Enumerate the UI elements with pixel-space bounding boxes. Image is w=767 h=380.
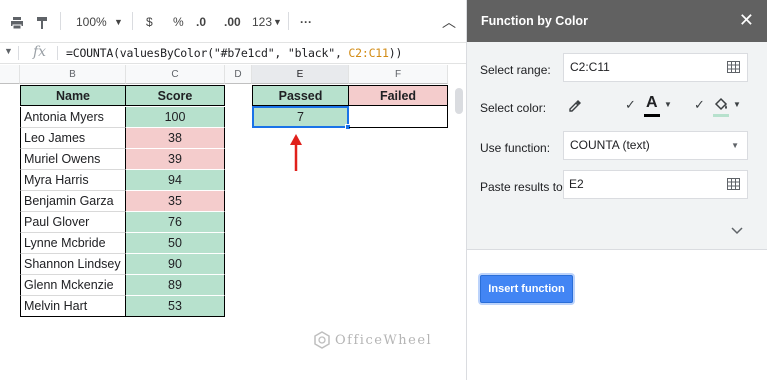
insert-function-button[interactable]: Insert function <box>480 275 573 303</box>
chevron-down-icon[interactable]: ▼ <box>731 132 739 159</box>
score-cell[interactable]: 76 <box>126 212 225 233</box>
passed-header-cell[interactable]: Passed <box>252 85 349 106</box>
name-box-chevron-icon[interactable]: ▼ <box>4 46 13 56</box>
name-cell[interactable]: Lynne Mcbride <box>20 233 126 254</box>
officewheel-logo-icon <box>314 331 330 349</box>
column-header-f[interactable]: F <box>349 65 448 84</box>
red-arrow-annotation <box>290 134 302 171</box>
formula-range: C2:C11 <box>348 46 389 60</box>
name-cell[interactable]: Muriel Owens <box>20 149 126 170</box>
chevron-down-icon[interactable]: ▼ <box>114 13 123 31</box>
more-options-button[interactable]: ··· <box>300 13 312 31</box>
number-format-select[interactable]: 123 <box>252 13 272 31</box>
corner-header[interactable] <box>0 65 20 84</box>
score-cell[interactable]: 100 <box>126 107 225 128</box>
name-cell[interactable]: Leo James <box>20 128 126 149</box>
toolbar-divider <box>60 12 61 30</box>
fill-color-swatch <box>713 114 729 117</box>
name-cell[interactable]: Antonia Myers <box>20 107 126 128</box>
close-icon[interactable]: ✕ <box>739 10 754 30</box>
name-cell[interactable]: Shannon Lindsey <box>20 254 126 275</box>
name-cell[interactable]: Paul Glover <box>20 212 126 233</box>
fill-color-checkbox[interactable]: ✓ <box>694 97 705 113</box>
select-range-input[interactable]: C2:C11 <box>563 53 748 82</box>
use-function-select[interactable]: COUNTA (text) ▼ <box>563 131 748 160</box>
paste-results-input[interactable]: E2 <box>563 170 748 199</box>
panel-header: Function by Color ✕ <box>467 0 767 42</box>
select-range-value: C2:C11 <box>570 60 610 74</box>
formula-input[interactable]: =COUNTA(valuesByColor("#b7e1cd", "black"… <box>66 46 402 60</box>
toolbar-divider <box>132 12 133 30</box>
text-color-letter[interactable]: A <box>646 94 658 112</box>
score-cell[interactable]: 35 <box>126 191 225 212</box>
formula-divider <box>57 46 58 60</box>
score-cell[interactable]: 50 <box>126 233 225 254</box>
formula-divider <box>18 46 19 60</box>
panel-body: Select range: C2:C11 Select color: ✓ A ▼… <box>467 42 767 250</box>
currency-format-button[interactable]: $ <box>146 13 153 31</box>
select-range-label: Select range: <box>480 63 551 77</box>
range-grid-icon[interactable] <box>727 178 740 190</box>
range-grid-icon[interactable] <box>727 61 740 73</box>
collapse-toolbar-icon[interactable]: ︿ <box>442 13 456 31</box>
score-cell[interactable]: 89 <box>126 275 225 296</box>
increase-decimal-button[interactable]: .00 <box>224 13 241 31</box>
vertical-scrollbar[interactable] <box>455 88 463 114</box>
function-by-color-panel: Function by Color ✕ Select range: C2:C11… <box>466 0 767 380</box>
name-cell[interactable]: Benjamin Garza <box>20 191 126 212</box>
paint-format-icon[interactable] <box>36 14 48 32</box>
select-color-label: Select color: <box>480 101 547 115</box>
chevron-down-icon[interactable]: ▼ <box>664 100 672 109</box>
decrease-decimal-button[interactable]: .0 <box>196 13 206 31</box>
passed-result-cell[interactable]: 7 <box>252 106 349 128</box>
screen: 100% ▼ $ % .0 .00 123 ▼ ··· ︿ ▼ fx =COUN… <box>0 0 767 380</box>
paste-results-value: E2 <box>569 177 584 191</box>
toolbar: 100% ▼ $ % .0 .00 123 ▼ ··· ︿ <box>0 0 466 42</box>
percent-format-button[interactable]: % <box>173 13 184 31</box>
text-color-checkbox[interactable]: ✓ <box>625 97 636 113</box>
name-header-cell[interactable]: Name <box>20 85 126 106</box>
score-cell[interactable]: 90 <box>126 254 225 275</box>
name-cell[interactable]: Myra Harris <box>20 170 126 191</box>
chevron-down-icon[interactable]: ▼ <box>733 100 741 109</box>
score-header-cell[interactable]: Score <box>126 85 225 106</box>
formula-text: =COUNTA(valuesByColor("#b7e1cd", "black"… <box>66 46 349 60</box>
use-function-value: COUNTA (text) <box>570 138 650 152</box>
column-header-e[interactable]: E <box>252 65 349 84</box>
fill-color-bucket-icon[interactable] <box>713 97 729 112</box>
expand-chevron-icon[interactable] <box>731 227 743 235</box>
failed-header-cell[interactable]: Failed <box>349 85 448 106</box>
text-color-swatch <box>644 114 660 117</box>
score-cell[interactable]: 53 <box>126 296 225 317</box>
formula-bar[interactable]: ▼ fx =COUNTA(valuesByColor("#b7e1cd", "b… <box>0 42 466 64</box>
watermark: OfficeWheel <box>313 331 432 349</box>
formula-text-end: )) <box>388 46 403 60</box>
watermark-text: OfficeWheel <box>335 332 433 348</box>
fx-icon: fx <box>33 44 47 60</box>
score-cell[interactable]: 39 <box>126 149 225 170</box>
column-header-c[interactable]: C <box>126 65 225 84</box>
failed-result-cell[interactable] <box>349 106 448 128</box>
zoom-select[interactable]: 100% <box>76 13 107 31</box>
column-header-b[interactable]: B <box>20 65 126 84</box>
score-cell[interactable]: 38 <box>126 128 225 149</box>
panel-title: Function by Color <box>481 14 588 28</box>
eyedropper-icon[interactable] <box>567 98 583 114</box>
name-cell[interactable]: Melvin Hart <box>20 296 126 317</box>
paste-results-label: Paste results to: <box>480 180 567 194</box>
score-cell[interactable]: 94 <box>126 170 225 191</box>
toolbar-divider <box>288 12 289 30</box>
name-cell[interactable]: Glenn Mckenzie <box>20 275 126 296</box>
print-icon[interactable] <box>10 14 24 32</box>
use-function-label: Use function: <box>480 141 551 155</box>
chevron-down-icon[interactable]: ▼ <box>273 13 282 31</box>
column-header-d[interactable]: D <box>225 65 252 84</box>
spreadsheet-area: 100% ▼ $ % .0 .00 123 ▼ ··· ︿ ▼ fx =COUN… <box>0 0 466 380</box>
